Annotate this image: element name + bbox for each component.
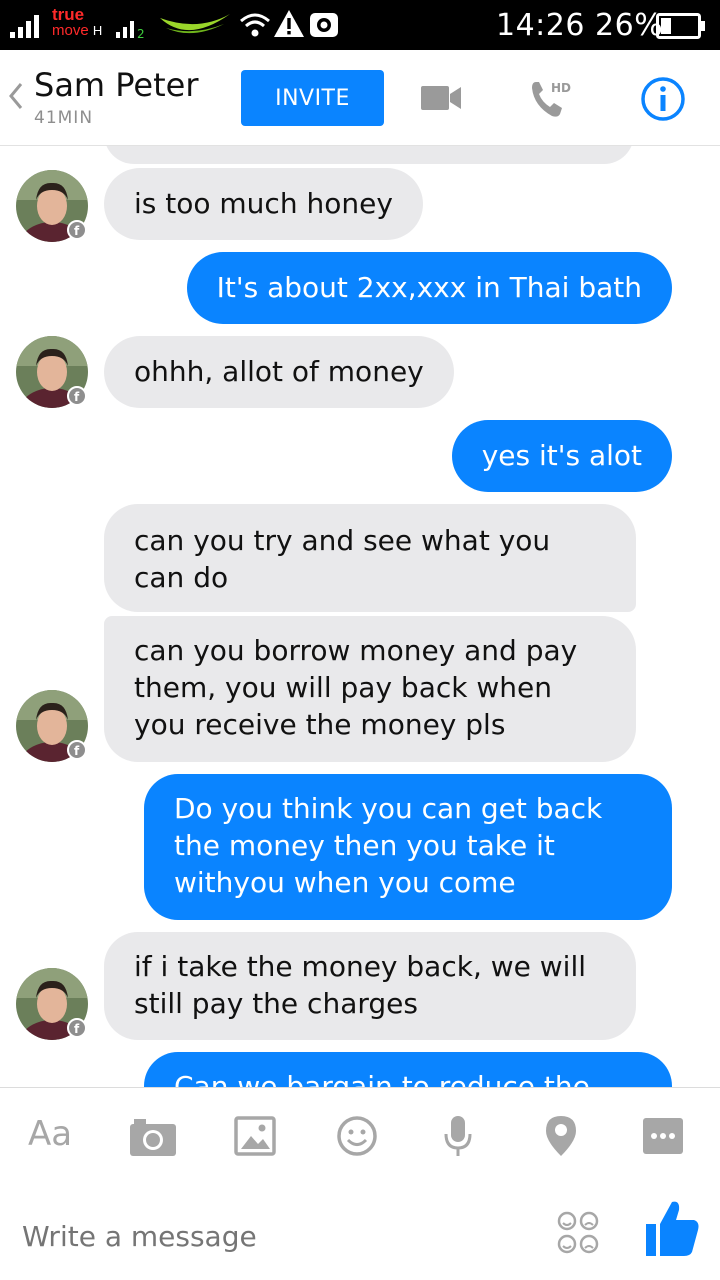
carrier-line2: move: [52, 22, 89, 39]
video-call-icon[interactable]: [420, 82, 462, 114]
message-composer: Aa: [0, 1087, 720, 1280]
invite-button[interactable]: INVITE: [241, 70, 384, 126]
message-text: yes it's alot: [481, 439, 642, 472]
battery-icon: [656, 13, 705, 39]
time-value: 14:26: [496, 8, 585, 43]
status-time: 14:26 26%: [496, 8, 663, 43]
status-bar: true move H 2 14:26 26%: [0, 0, 720, 50]
camera-icon[interactable]: [128, 1114, 178, 1158]
avatar[interactable]: f: [16, 968, 88, 1040]
warning-icon: [274, 10, 304, 37]
microphone-icon[interactable]: [442, 1114, 474, 1158]
avatar[interactable]: f: [16, 690, 88, 762]
more-icon[interactable]: [642, 1114, 684, 1158]
hd-badge: HD: [551, 81, 571, 95]
signal-strength-2-icon: 2: [116, 21, 145, 40]
carrier-label: true move H: [52, 6, 102, 38]
message-text: It's about 2xx,xxx in Thai bath: [216, 271, 642, 304]
svg-text:2: 2: [137, 27, 145, 40]
battery-percent: 26%: [595, 8, 664, 43]
image-icon[interactable]: [234, 1114, 276, 1158]
message-bubble-partial: [104, 146, 634, 164]
back-icon[interactable]: [6, 78, 26, 114]
svg-text:f: f: [74, 744, 80, 758]
message-text: Can we bargain to reduce the: [174, 1070, 590, 1087]
carrier-logo-icon: [160, 14, 230, 34]
location-pin-icon[interactable]: [544, 1114, 578, 1158]
incoming-message: can you try and see what you can do: [104, 504, 636, 612]
svg-text:f: f: [74, 390, 80, 404]
network-type: H: [92, 23, 103, 38]
outgoing-message: Can we bargain to reduce the: [144, 1052, 672, 1087]
message-list[interactable]: f is too much honey It's about 2xx,xxx i…: [0, 146, 720, 1087]
incoming-message: ohhh, allot of money: [104, 336, 454, 408]
incoming-message: is too much honey: [104, 168, 423, 240]
wifi-icon: [240, 13, 270, 37]
contact-active-status: 41MIN: [34, 108, 94, 128]
avatar[interactable]: f: [16, 170, 88, 242]
outgoing-message: Do you think you can get back the money …: [144, 774, 672, 920]
hd-call-icon[interactable]: HD: [528, 76, 576, 120]
message-text: can you try and see what you can do: [134, 524, 551, 594]
avatar[interactable]: f: [16, 336, 88, 408]
contact-name[interactable]: Sam Peter: [34, 66, 199, 104]
signal-strength-icon: [10, 15, 39, 38]
sticker-faces-icon[interactable]: [556, 1210, 600, 1256]
message-text: Do you think you can get back the money …: [174, 792, 603, 899]
message-text: ohhh, allot of money: [134, 355, 424, 388]
message-input[interactable]: [22, 1214, 522, 1258]
message-text: if i take the money back, we will still …: [134, 950, 587, 1020]
svg-text:f: f: [74, 1022, 80, 1036]
thumbs-up-icon[interactable]: [644, 1198, 700, 1258]
message-text: can you borrow money and pay them, you w…: [134, 634, 578, 741]
camera-notification-icon: [310, 13, 338, 37]
carrier-line1: true: [52, 5, 85, 24]
svg-text:f: f: [74, 224, 80, 238]
incoming-message: if i take the money back, we will still …: [104, 932, 636, 1040]
outgoing-message: yes it's alot: [451, 420, 672, 492]
outgoing-message: It's about 2xx,xxx in Thai bath: [186, 252, 672, 324]
info-icon[interactable]: [640, 76, 686, 122]
conversation-header: Sam Peter 41MIN INVITE HD: [0, 50, 720, 146]
incoming-message: can you borrow money and pay them, you w…: [104, 616, 636, 762]
smiley-icon[interactable]: [336, 1114, 378, 1158]
text-format-button[interactable]: Aa: [28, 1114, 72, 1154]
message-text: is too much honey: [134, 187, 393, 220]
